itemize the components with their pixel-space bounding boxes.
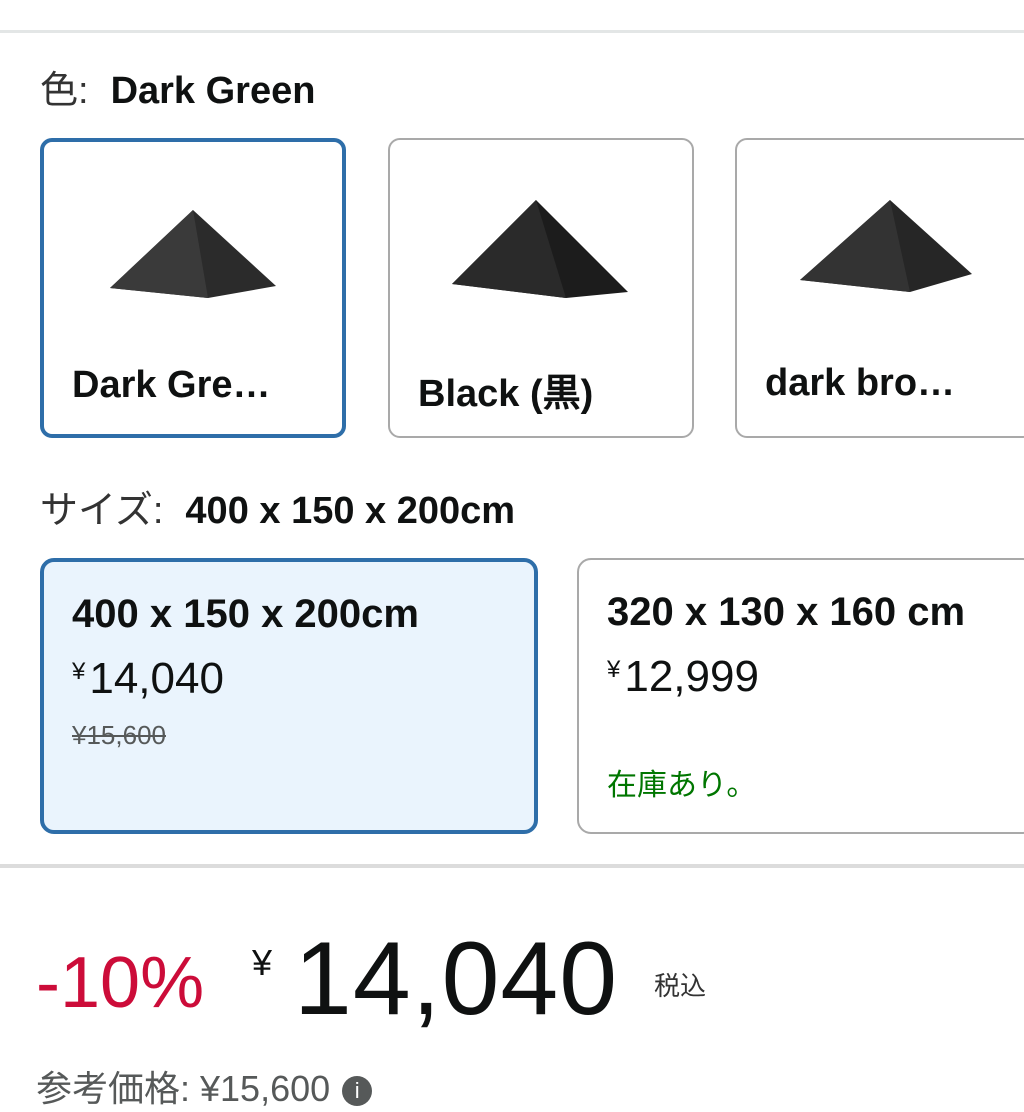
top-divider <box>0 30 1024 33</box>
color-label: 色: <box>40 70 89 112</box>
size-option-dims: 320 x 130 x 160 cm <box>607 590 966 634</box>
tax-included-label: 税込 <box>654 971 707 1001</box>
discount-percent: -10% <box>36 943 205 1023</box>
color-option-black[interactable]: Black (黒) <box>388 138 694 438</box>
size-selector-label: サイズ: 400 x 150 x 200cm <box>40 486 515 536</box>
color-option-dark-brown[interactable]: dark bro… <box>735 138 1024 438</box>
yen-symbol: ¥ <box>607 656 621 683</box>
color-option-label: Black (黒) <box>418 373 594 415</box>
price-value: 12,999 <box>624 652 759 701</box>
size-option-320x130x160[interactable]: 320 x 130 x 160 cm ¥12,999 在庫あり。 <box>577 558 1024 834</box>
size-selected-value: 400 x 150 x 200cm <box>185 490 516 532</box>
size-option-price: ¥12,999 <box>607 652 759 702</box>
stock-status: 在庫あり。 <box>607 769 757 802</box>
tent-thumbnail-black <box>452 200 628 298</box>
size-label: サイズ: <box>40 490 164 532</box>
tent-thumbnail-dark-green <box>110 210 276 298</box>
reference-price: 参考価格: ¥15,600 i <box>36 1060 373 1112</box>
color-option-dark-green[interactable]: Dark Gre… <box>40 138 346 438</box>
section-divider <box>0 864 1024 868</box>
size-option-price: ¥14,040 <box>72 654 224 704</box>
color-option-label: Dark Gre… <box>72 364 271 406</box>
info-icon[interactable]: i <box>342 1076 373 1107</box>
size-option-list-price: ¥15,600 <box>72 720 166 750</box>
yen-symbol: ¥ <box>72 658 86 685</box>
size-option-400x150x200[interactable]: 400 x 150 x 200cm ¥14,040 ¥15,600 <box>40 558 538 834</box>
reference-price-text: 参考価格: ¥15,600 <box>36 1068 331 1109</box>
price-amount: 14,040 <box>294 921 619 1037</box>
price-value: 14,040 <box>89 654 224 703</box>
color-option-label: dark bro… <box>765 362 956 404</box>
price-yen-symbol: ¥ <box>252 942 273 983</box>
size-option-dims: 400 x 150 x 200cm <box>72 592 419 636</box>
color-selected-value: Dark Green <box>110 70 316 112</box>
color-selector-label: 色: Dark Green <box>40 66 315 116</box>
tent-thumbnail-dark-brown <box>800 200 972 292</box>
